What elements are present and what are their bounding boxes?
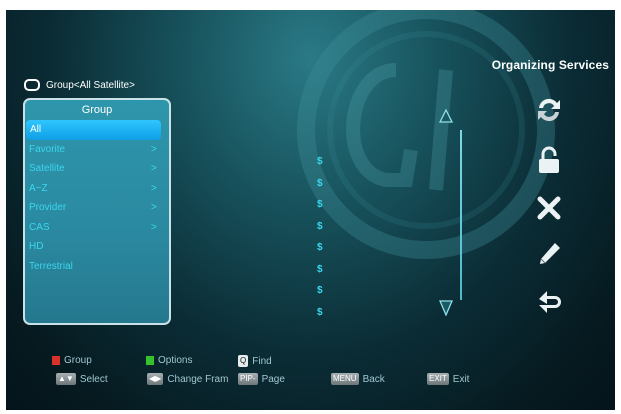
footer-options-hint: Options [146, 355, 192, 366]
scrambled-marker: $ [317, 306, 323, 318]
footer-change-frame-hint: ◀▶ Change Fram [147, 373, 228, 385]
footer-find-hint: Q Find [238, 355, 272, 367]
chevron-right-icon: > [151, 221, 157, 233]
group-item-hd[interactable]: HD [25, 237, 169, 257]
tv-icon [24, 79, 40, 91]
rename-icon[interactable] [533, 238, 565, 270]
move-icon[interactable] [533, 94, 565, 126]
group-item-label: All [30, 124, 42, 135]
group-item-terrestrial[interactable]: Terrestrial [25, 257, 169, 277]
group-item-label: CAS [29, 221, 50, 233]
footer-options-label: Options [158, 355, 193, 366]
scrambled-marker: $ [317, 199, 323, 210]
group-item-label: A~Z [29, 182, 48, 194]
chevron-right-icon: > [151, 143, 157, 155]
group-item-favorite[interactable]: Favorite > [25, 140, 169, 160]
scrambled-marker: $ [317, 156, 323, 167]
group-panel-title: Group [81, 104, 113, 116]
menu-key-icon: MENU [331, 373, 359, 385]
red-key-icon [52, 356, 60, 365]
footer-group-label: Group [64, 355, 92, 366]
scrambled-marker: $ [317, 220, 323, 232]
undo-icon[interactable] [533, 287, 565, 319]
chevron-right-icon: > [151, 202, 157, 213]
up-down-key-icon: ▲▼ [56, 373, 76, 385]
green-key-icon [146, 356, 154, 365]
footer-page-label: Page [261, 373, 285, 385]
scroll-down-arrow-icon[interactable] [439, 300, 453, 316]
lock-icon[interactable] [533, 144, 565, 176]
scrambled-marker: $ [317, 285, 323, 296]
footer-select-label: Select [79, 373, 108, 385]
chevron-right-icon: > [151, 182, 157, 194]
tv-menu-screen: Organizing Services Group<All Satellite>… [6, 10, 615, 410]
group-item-provider[interactable]: Provider > [25, 198, 169, 218]
group-item-label: HD [29, 241, 44, 252]
group-item-label: Satellite [29, 163, 65, 174]
left-right-key-icon: ◀▶ [147, 373, 164, 385]
chevron-right-icon: > [151, 163, 157, 174]
group-item-cas[interactable]: CAS > [25, 218, 169, 238]
pip-key-icon: PIP- [238, 373, 258, 385]
footer-group-hint: Group [52, 355, 92, 366]
footer-exit-label: Exit [452, 373, 470, 385]
find-key-icon: Q [238, 355, 249, 367]
footer-find-label: Find [252, 355, 272, 367]
scrambled-marker: $ [317, 263, 323, 275]
footer-exit-hint: EXIT Exit [427, 373, 469, 385]
scrambled-marker: $ [317, 242, 323, 253]
current-group-label: Group<All Satellite> [46, 79, 135, 91]
group-item-a-z[interactable]: A~Z > [25, 179, 169, 199]
group-panel: Group All Favorite > Satellite > A~Z > P… [23, 98, 171, 325]
footer-select-hint: ▲▼ Select [56, 373, 108, 385]
current-group-header: Group<All Satellite> [24, 76, 135, 94]
footer-change-frame-label: Change Fram [167, 373, 229, 385]
group-list: All Favorite > Satellite > A~Z > Provide… [25, 120, 169, 276]
scroll-up-arrow-icon[interactable] [439, 109, 453, 123]
page-title: Organizing Services [491, 58, 609, 72]
group-item-label: Favorite [29, 143, 66, 155]
group-item-label: Provider [29, 202, 67, 213]
scrambled-marker: $ [317, 177, 323, 189]
footer-page-hint: PIP- Page [238, 373, 285, 385]
delete-icon[interactable] [533, 192, 565, 224]
scrambled-markers-column: $ $ $ $ $ $ $ $ [317, 151, 323, 323]
group-item-all[interactable]: All [26, 120, 161, 140]
footer-back-label: Back [362, 373, 385, 385]
footer-back-hint: MENU Back [331, 373, 385, 385]
scrollbar[interactable] [460, 130, 462, 300]
group-item-satellite[interactable]: Satellite > [25, 159, 169, 179]
group-item-label: Terrestrial [29, 260, 73, 272]
exit-key-icon: EXIT [427, 373, 449, 385]
